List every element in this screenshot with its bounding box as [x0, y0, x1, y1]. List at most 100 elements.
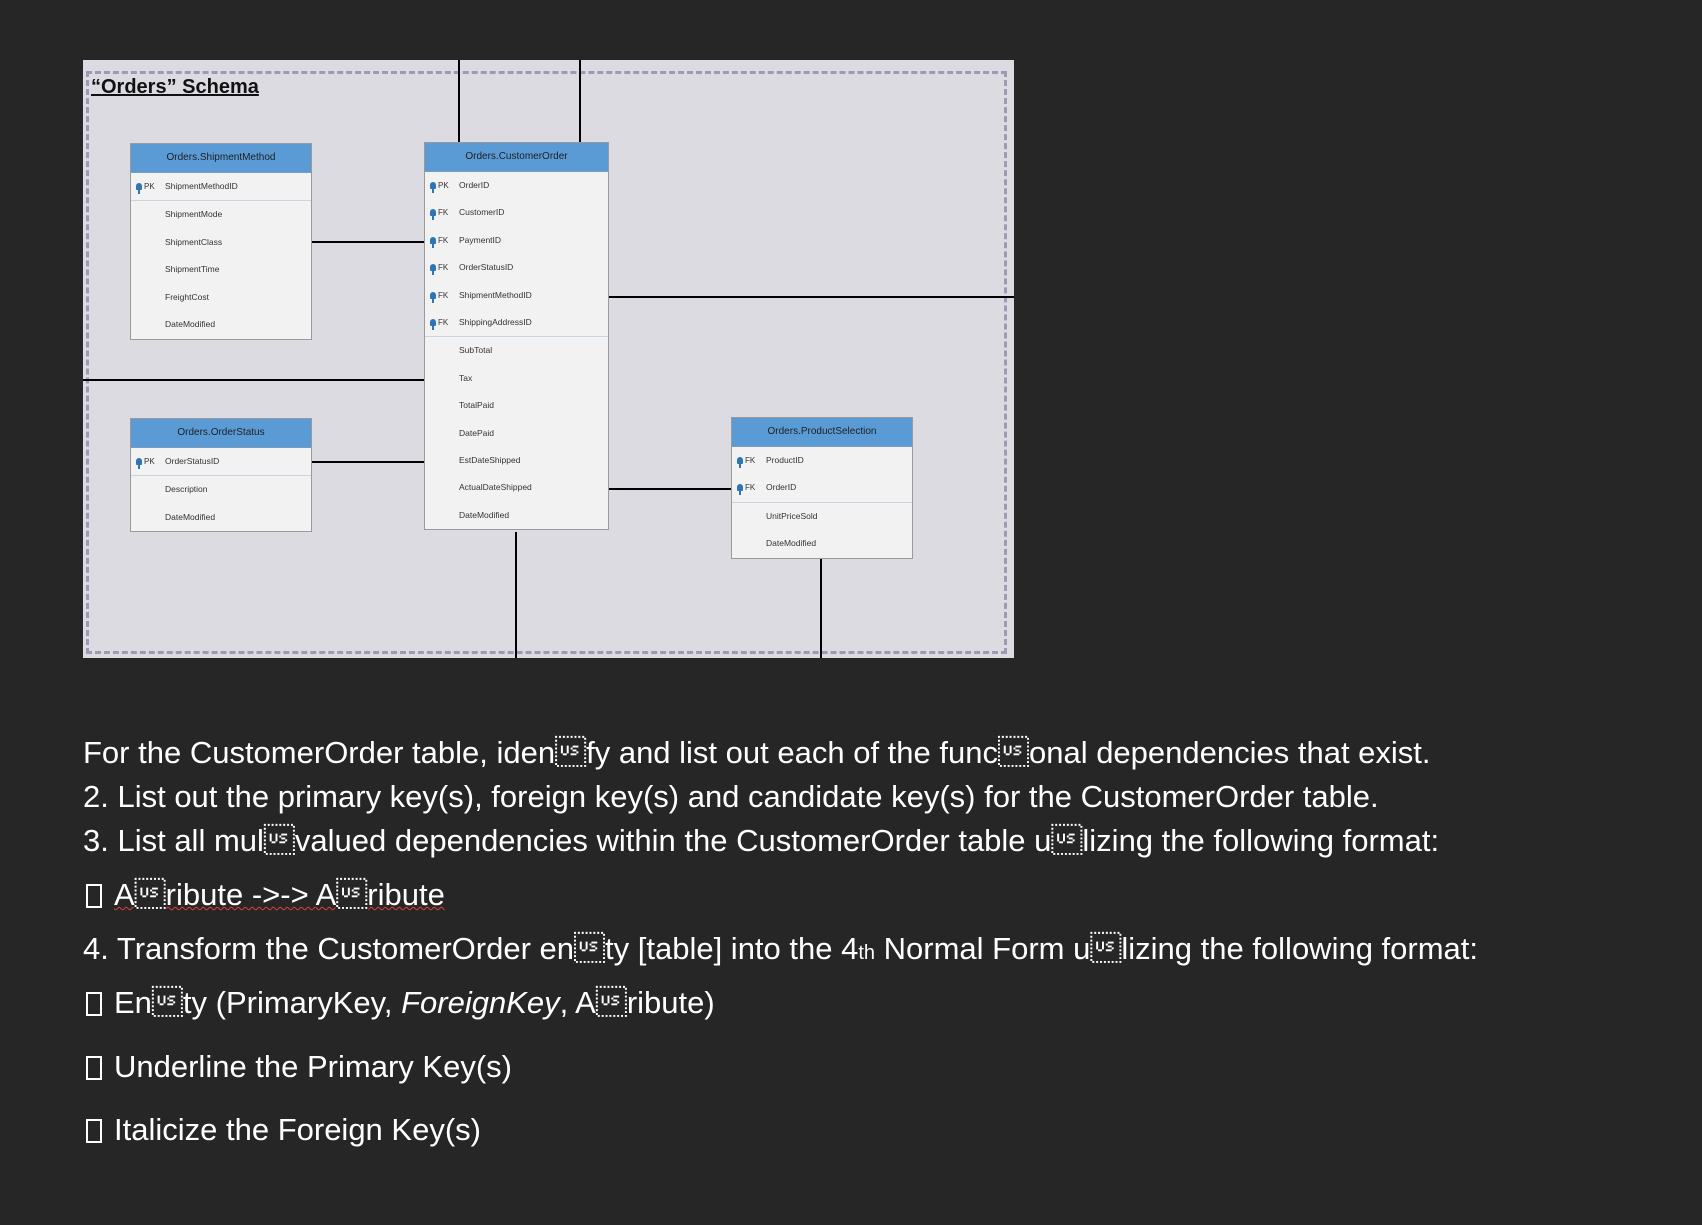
field-name: DatePaid [459, 427, 494, 438]
field-name: FreightCost [165, 291, 209, 302]
table-field-row[interactable]: UnitPriceSold [732, 503, 912, 530]
field-name: ShipmentClass [165, 236, 223, 247]
key-type-label: PK [144, 182, 155, 191]
question-4-text-end: Normal Form u lizing the following forma… [875, 931, 1479, 966]
table-shipment-method[interactable]: Orders.ShipmentMethod PK ShipmentMethodID… [130, 143, 312, 340]
bullet-underline-pk: Underline the Primary Key(s) [83, 1049, 512, 1085]
key-type-label: PK [438, 181, 449, 190]
field-name: UnitPriceSold [766, 510, 818, 521]
question-1-text: For the CustomerOrder table, iden fy and… [83, 735, 1431, 770]
table-field-row[interactable]: FK CustomerID [425, 199, 608, 226]
key-badge: FK [430, 227, 452, 254]
bullet-entity-format: En ty (PrimaryKey, ForeignKey, A ribute) [83, 985, 715, 1021]
field-name: ProductID [766, 455, 804, 465]
bullet-italicize-fk: Italicize the Foreign Key(s) [83, 1112, 481, 1148]
table-field-row[interactable]: TotalPaid [425, 392, 608, 419]
table-field-row[interactable]: DateModified [131, 504, 311, 531]
table-field-row[interactable]: ShipmentMode [131, 201, 311, 228]
table-field-row[interactable]: ActualDateShipped [425, 474, 608, 501]
key-type-label: FK [745, 483, 756, 493]
field-name: ShipmentTime [165, 264, 220, 275]
table-field-row[interactable]: ShipmentClass [131, 229, 311, 256]
key-badge: FK [430, 282, 452, 309]
key-badge: PK [136, 173, 158, 200]
field-name: PaymentID [459, 234, 502, 245]
table-field-row[interactable]: ShipmentTime [131, 256, 311, 283]
table-field-row[interactable]: FreightCost [131, 284, 311, 311]
table-rows: PK OrderStatusID Description DateModified [131, 448, 311, 531]
key-badge: FK [430, 254, 452, 281]
bullet-mvd-format-text: A ribute ->-> A ribute [114, 877, 445, 912]
field-name: ShipmentMode [165, 209, 223, 220]
key-type-label: FK [438, 290, 449, 300]
table-field-row[interactable]: FK OrderStatusID [425, 254, 608, 281]
table-field-row[interactable]: PK OrderID [425, 172, 608, 199]
field-name: OrderStatusID [459, 262, 514, 273]
question-4: 4. Transform the CustomerOrder en ty [ta… [83, 931, 1478, 967]
key-icon [430, 209, 436, 221]
field-name: Description [165, 484, 208, 495]
table-title: Orders.OrderStatus [131, 419, 311, 448]
key-icon [430, 264, 436, 276]
key-icon [737, 484, 743, 496]
bullet-italicize-fk-text: Italicize the Foreign Key(s) [114, 1112, 481, 1147]
table-field-row[interactable]: DatePaid [425, 420, 608, 447]
entity-format-foreign-key: ForeignKey [401, 985, 560, 1020]
key-type-label: FK [438, 317, 449, 327]
key-icon [136, 458, 142, 469]
table-field-row[interactable]: EstDateShipped [425, 447, 608, 474]
key-badge: FK [430, 199, 452, 226]
field-name: Tax [459, 372, 473, 383]
bullet-box-icon [86, 884, 102, 908]
table-field-row[interactable]: PK OrderStatusID [131, 448, 311, 477]
key-icon [430, 291, 436, 303]
field-name: ShipmentMethodID [165, 181, 238, 191]
table-field-row[interactable]: PK ShipmentMethodID [131, 173, 311, 202]
key-badge: PK [136, 448, 158, 475]
field-name: TotalPaid [459, 400, 494, 411]
field-name: DateModified [766, 538, 817, 549]
table-field-row[interactable]: DateModified [425, 502, 608, 529]
table-field-row[interactable]: Tax [425, 365, 608, 392]
key-icon [430, 318, 436, 330]
key-badge: FK [737, 447, 759, 474]
table-field-row[interactable]: FK OrderID [732, 474, 912, 503]
question-2: 2. List out the primary key(s), foreign … [83, 779, 1379, 815]
key-type-label: FK [745, 456, 756, 465]
field-name: SubTotal [459, 345, 493, 356]
table-order-status[interactable]: Orders.OrderStatus PK OrderStatusID Descri… [130, 418, 312, 532]
table-field-row[interactable]: DateModified [732, 530, 912, 557]
bullet-box-icon [86, 1119, 102, 1143]
key-badge: PK [430, 172, 452, 199]
field-name: ShipmentMethodID [459, 289, 532, 300]
question-4-text-start: 4. Transform the CustomerOrder en ty [ta… [83, 931, 859, 966]
table-customer-order[interactable]: Orders.CustomerOrder PK OrderID FK Customer… [424, 142, 609, 530]
field-name: OrderID [459, 180, 490, 190]
bullet-box-icon [86, 1056, 102, 1080]
question-4-ordinal-suffix: th [858, 942, 876, 964]
table-field-row[interactable]: FK ShippingAddressID [425, 309, 608, 338]
table-field-row[interactable]: FK ProductID [732, 447, 912, 474]
table-title: Orders.ProductSelection [732, 418, 912, 447]
table-field-row[interactable]: SubTotal [425, 337, 608, 364]
question-3: 3. List all mul valued dependencies with… [83, 823, 1439, 859]
table-field-row[interactable]: FK PaymentID [425, 227, 608, 254]
question-2-text: 2. List out the primary key(s), foreign … [83, 779, 1379, 814]
key-badge: FK [430, 309, 452, 336]
bullet-underline-pk-text: Underline the Primary Key(s) [114, 1049, 512, 1084]
field-name: CustomerID [459, 207, 505, 218]
key-type-label: FK [438, 208, 449, 218]
table-product-selection[interactable]: Orders.ProductSelection FK ProductID FK Ord… [731, 417, 913, 559]
field-name: ShippingAddressID [459, 316, 532, 327]
field-name: OrderStatusID [165, 456, 220, 466]
table-rows: FK ProductID FK OrderID UnitPriceSold DateMod… [732, 447, 912, 558]
table-field-row[interactable]: Description [131, 476, 311, 503]
table-field-row[interactable]: FK ShipmentMethodID [425, 282, 608, 309]
table-field-row[interactable]: DateModified [131, 311, 311, 338]
field-name: EstDateShipped [459, 454, 521, 465]
entity-format-end: , A ribute) [559, 985, 715, 1020]
table-title: Orders.CustomerOrder [425, 143, 608, 172]
entity-format-start: En ty (PrimaryKey, [114, 985, 402, 1020]
question-1: For the CustomerOrder table, iden fy and… [83, 735, 1431, 771]
field-name: OrderID [766, 482, 797, 493]
